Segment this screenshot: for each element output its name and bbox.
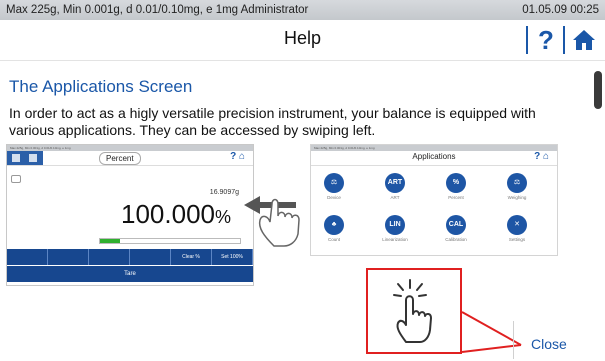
illustration-percent-screen: Max 225g, Min 0.001g, d 0.01/0.10mg, e 1… [6,144,254,286]
swipe-left-hand-icon [244,196,300,247]
mini-app-pill: Percent [99,152,141,165]
mini-small-value: 16.9097g [209,189,239,196]
app-label: ART [390,195,400,200]
mini-soft-button [89,249,130,265]
mini-set100-button: Set 100% [212,249,253,265]
big-value-unit: % [214,207,231,227]
datetime: 01.05.09 00:25 [522,4,599,16]
mini-soft-button [130,249,171,265]
mini-apps-title: Applications [412,152,456,161]
weighing-icon: ⚖ [507,173,527,193]
app-linearization: LIN Linearization [375,215,415,242]
menu-icon [29,154,37,162]
device-icon: ⚖ [324,173,344,193]
settings-icon: ✕ [507,215,527,235]
app-label: Weighing [507,195,527,200]
mini-side-icon [11,175,21,183]
app-label: Calibration [445,237,467,242]
divider [526,26,528,54]
art-icon: ART [385,173,405,193]
article-heading: The Applications Screen [9,77,193,96]
mini-clear-button: Clear % [171,249,212,265]
help-button[interactable]: ? [534,23,558,57]
mini-tare-button: Tare [7,266,253,282]
title-bar: Help ? [0,20,605,61]
count-icon: ♣ [324,215,344,235]
home-icon[interactable] [572,29,596,51]
menu-icon [12,154,20,162]
article-body: In order to act as a higly versatile pre… [9,105,536,138]
balance-spec-text: Max 225g, Min 0.001g, d 0.01/0.10mg, e 1… [6,4,309,16]
cal-icon: CAL [446,215,466,235]
lin-icon: LIN [385,215,405,235]
mini-soft-button [7,249,48,265]
status-bar: Max 225g, Min 0.001g, d 0.01/0.10mg, e 1… [0,0,605,20]
divider [563,26,565,54]
mini-help-home-icons: ? ⌂ [534,151,549,162]
mini-help-home-icons: ? ⌂ [230,151,245,162]
close-button[interactable]: Close [531,336,567,352]
mini-menu-icons [7,151,43,165]
app-art: ART ART [375,173,415,200]
page-title: Help [283,28,322,48]
percent-icon: % [446,173,466,193]
app-percent: % Percent [436,173,476,200]
big-value-number: 100.000 [121,199,215,229]
scrollbar-thumb[interactable] [594,71,602,109]
mini-big-value: 100.000% [121,199,231,230]
tap-hand-icon [393,279,432,343]
app-weighing: ⚖ Weighing [497,173,537,200]
illustration-applications-screen: Max 225g, Min 0.001g, d 0.01/0.10mg, e 1… [310,144,558,256]
mini-progress-fill [100,239,120,243]
app-settings: ✕ Settings [497,215,537,242]
app-label: Percent [448,195,464,200]
mini-soft-button [48,249,89,265]
mini-progress-track [99,238,241,244]
app-label: Settings [508,237,526,242]
app-calibration: CAL Calibration [436,215,476,242]
mini-button-row: Clear % Set 100% [7,249,253,265]
divider [513,321,514,359]
app-label: Linearization [382,237,408,242]
